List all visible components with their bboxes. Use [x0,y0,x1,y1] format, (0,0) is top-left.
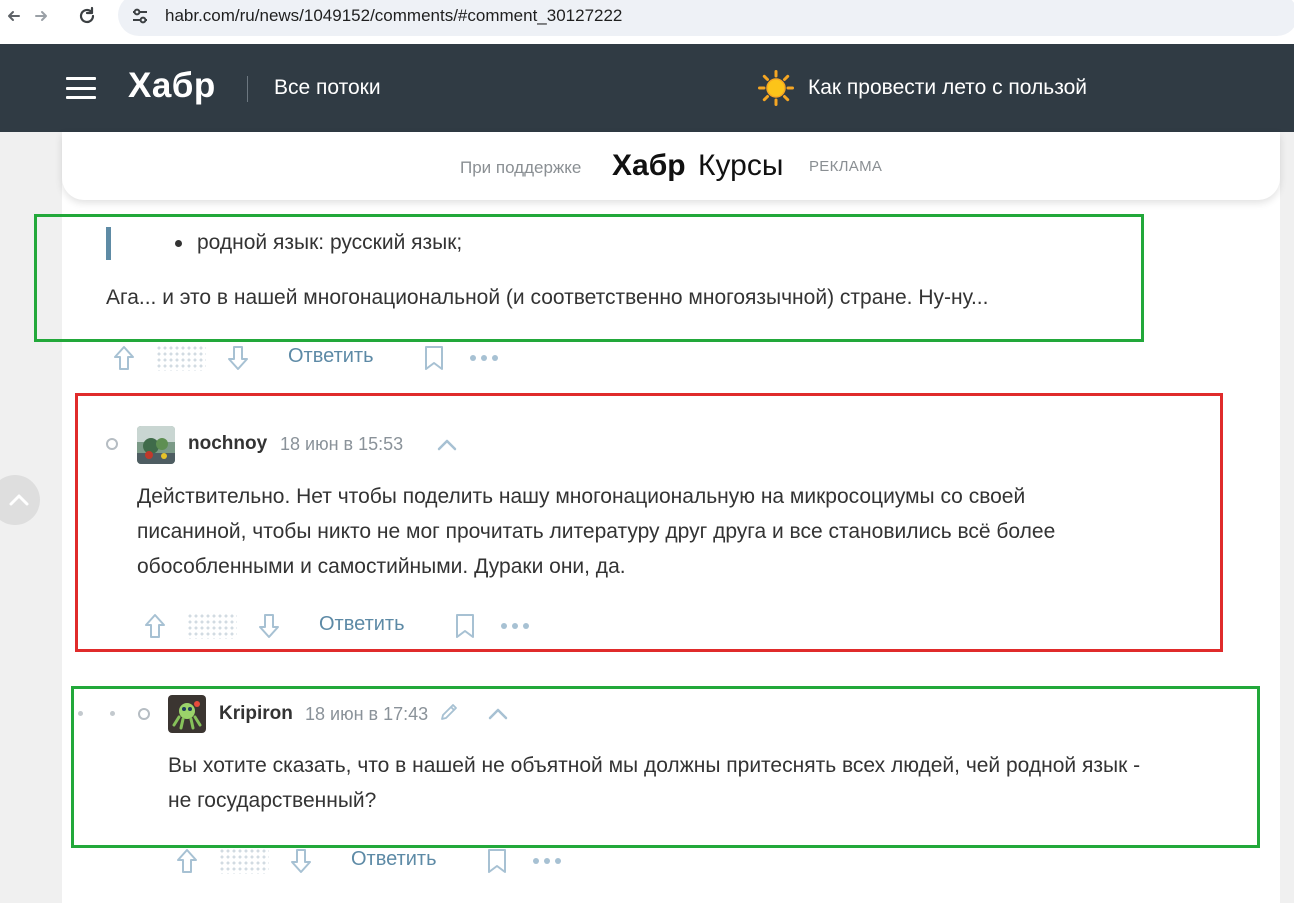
comment-score [187,613,237,639]
sponsor-support-label: При поддержке [460,158,582,177]
more-options-icon[interactable] [531,851,563,871]
comment-body-line: не государственный? [168,789,377,812]
bookmark-icon[interactable] [485,847,509,875]
comment-author[interactable]: nochnoy [188,433,267,455]
ad-label: РЕКЛАМА [809,158,883,175]
vote-up-icon[interactable] [175,847,199,875]
comment-author[interactable]: Kripiron [219,703,293,725]
comment-body-line: писаниной, чтобы никто не мог прочитать … [137,520,1056,543]
thread-level-marker [106,438,118,450]
promo-link[interactable]: Как провести лето с пользой [808,76,1087,100]
scroll-up-button[interactable] [0,475,40,525]
reply-link[interactable]: Ответить [351,848,437,871]
thread-level-marker [110,711,115,716]
chevron-up-icon[interactable] [436,438,458,452]
bookmark-icon[interactable] [422,344,446,372]
habr-logo[interactable]: Хабр [128,66,216,106]
avatar[interactable] [137,426,175,464]
url-text[interactable]: habr.com/ru/news/1049152/comments/#comme… [165,6,622,26]
quoted-text: родной язык: русский язык; [197,231,463,254]
reply-link[interactable]: Ответить [288,345,374,368]
comment-score [219,848,269,874]
all-flows-link[interactable]: Все потоки [274,76,381,100]
forward-icon[interactable] [27,2,55,30]
comment-timestamp[interactable]: 18 июн в 17:43 [305,704,428,725]
more-options-icon[interactable] [468,348,500,368]
thread-level-marker [138,708,150,720]
menu-icon[interactable] [66,77,96,99]
vote-up-icon[interactable] [143,612,167,640]
sponsor-brand-suffix[interactable]: Курсы [698,149,783,183]
thread-level-marker [78,711,83,716]
sun-icon[interactable] [758,70,794,106]
site-header: Хабр Все потоки Как провести лето с поль… [0,44,1294,132]
vote-down-icon[interactable] [257,612,281,640]
chevron-up-icon[interactable] [487,707,509,721]
avatar[interactable] [168,695,206,733]
reply-link[interactable]: Ответить [319,613,405,636]
browser-toolbar: habr.com/ru/news/1049152/comments/#comme… [0,0,1294,44]
vote-down-icon[interactable] [289,847,313,875]
bookmark-icon[interactable] [453,612,477,640]
comment-score [156,345,206,371]
vote-down-icon[interactable] [226,344,250,372]
blockquote-bar [106,227,111,260]
reload-icon[interactable] [73,2,101,30]
header-divider [247,76,248,102]
comment-body-line: Вы хотите сказать, что в нашей не объятн… [168,754,1141,777]
comment-body-line: обособленными и самостийными. Дураки они… [137,555,626,578]
sponsor-brand[interactable]: Хабр [612,149,686,183]
back-icon[interactable] [0,2,28,30]
comment-timestamp[interactable]: 18 июн в 15:53 [280,434,403,455]
edited-pencil-icon [441,704,457,720]
more-options-icon[interactable] [499,616,531,636]
sponsor-banner[interactable]: При поддержке Хабр Курсы РЕКЛАМА [62,132,1280,200]
comment-body: Ага... и это в нашей многонациональной (… [106,286,989,309]
comment-body-line: Действительно. Нет чтобы поделить нашу м… [137,485,1026,508]
list-bullet [175,240,182,247]
chevron-up-icon [9,494,29,506]
site-settings-icon[interactable] [128,4,152,28]
vote-up-icon[interactable] [112,344,136,372]
